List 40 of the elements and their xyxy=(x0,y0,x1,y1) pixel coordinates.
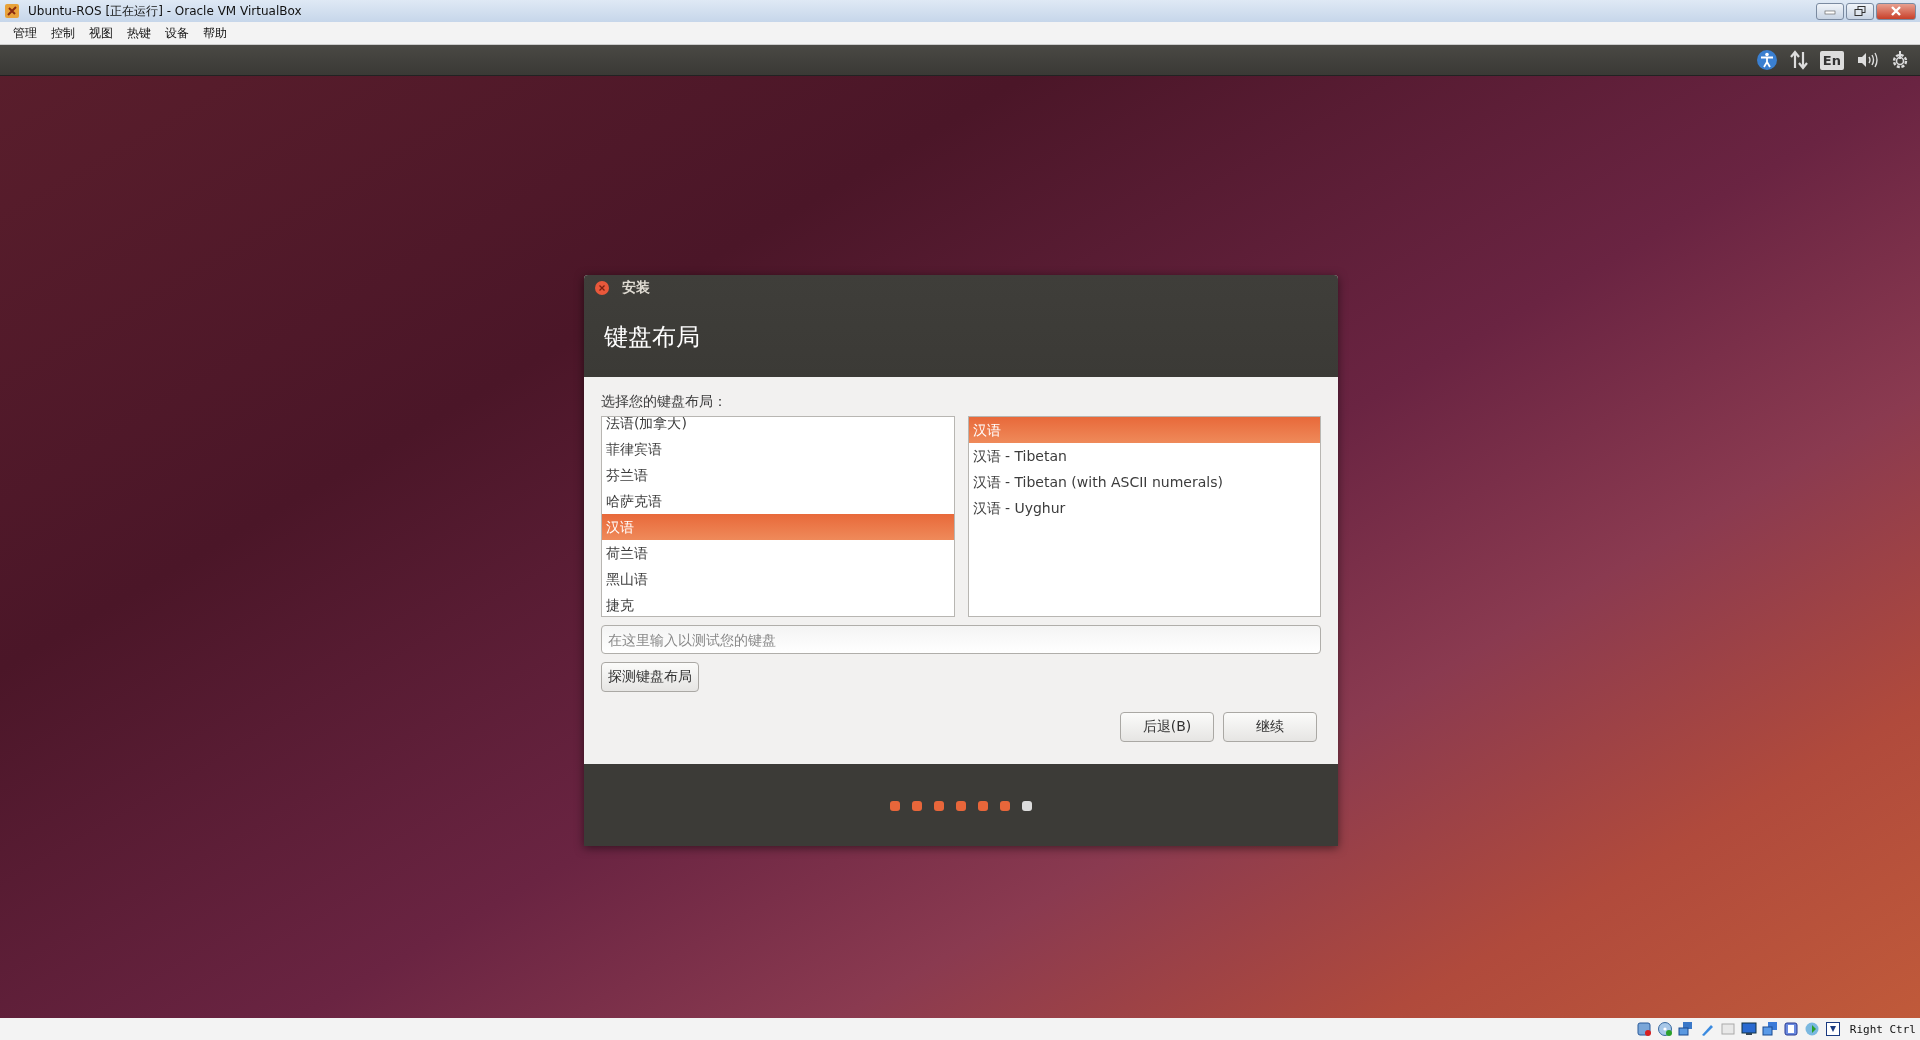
list-item[interactable]: 芬兰语 xyxy=(602,462,954,488)
list-item[interactable]: 汉语 - Tibetan xyxy=(968,443,1320,469)
list-item[interactable]: 汉语 - Tibetan (with ASCII numerals) xyxy=(968,469,1320,495)
detect-button[interactable]: 探测键盘布局 xyxy=(601,662,699,692)
arrows-icon[interactable] xyxy=(1789,50,1808,70)
close-icon xyxy=(1890,6,1902,16)
list-item[interactable]: 捷克 xyxy=(602,592,954,616)
speaker-icon[interactable] xyxy=(1856,51,1878,69)
app-icon xyxy=(4,3,20,19)
list-item[interactable]: 哈萨克语 xyxy=(602,488,954,514)
menu-item[interactable]: 帮助 xyxy=(196,24,234,42)
host-key-label: Right Ctrl xyxy=(1849,1022,1916,1036)
gear-icon[interactable] xyxy=(1890,50,1910,70)
test-input-field[interactable]: 在这里输入以测试您的键盘 xyxy=(601,625,1321,654)
menu-item[interactable]: 视图 xyxy=(82,24,120,42)
restore-button[interactable] xyxy=(1846,2,1874,20)
list-item[interactable]: 菲律宾语 xyxy=(602,436,954,462)
list-item[interactable]: 汉语 - Uyghur xyxy=(968,495,1320,521)
monitor-icon[interactable] xyxy=(1740,1021,1757,1037)
list-item[interactable]: 荷兰语 xyxy=(602,540,954,566)
menu-item[interactable]: 管理 xyxy=(6,24,44,42)
list-item[interactable]: 法语(加拿大) xyxy=(602,417,954,436)
dialog-title: 安装 xyxy=(622,279,650,297)
accessibility-icon[interactable] xyxy=(1755,49,1778,71)
windows-icon[interactable] xyxy=(1761,1021,1778,1037)
continue-button[interactable]: 继续 xyxy=(1223,712,1317,742)
keyboard-indicator[interactable]: En xyxy=(1819,50,1844,70)
minimize-icon xyxy=(1824,7,1836,15)
back-button[interactable]: 后退(B) xyxy=(1120,712,1214,742)
page-heading: 键盘布局 xyxy=(603,322,701,353)
menu-item[interactable]: 设备 xyxy=(158,24,196,42)
close-icon[interactable] xyxy=(594,280,610,296)
list-item[interactable]: 黑山语 xyxy=(602,566,954,592)
window-title: Ubuntu-ROS [正在运行] - Oracle VM VirtualBox xyxy=(28,2,302,20)
restore-icon xyxy=(1854,6,1866,16)
close-button[interactable] xyxy=(1876,2,1916,20)
prompt-label: 选择您的键盘布局： xyxy=(601,393,728,411)
menu-item[interactable]: 控制 xyxy=(44,24,82,42)
disc-icon[interactable] xyxy=(1656,1021,1673,1037)
menu-item[interactable]: 热键 xyxy=(120,24,158,42)
